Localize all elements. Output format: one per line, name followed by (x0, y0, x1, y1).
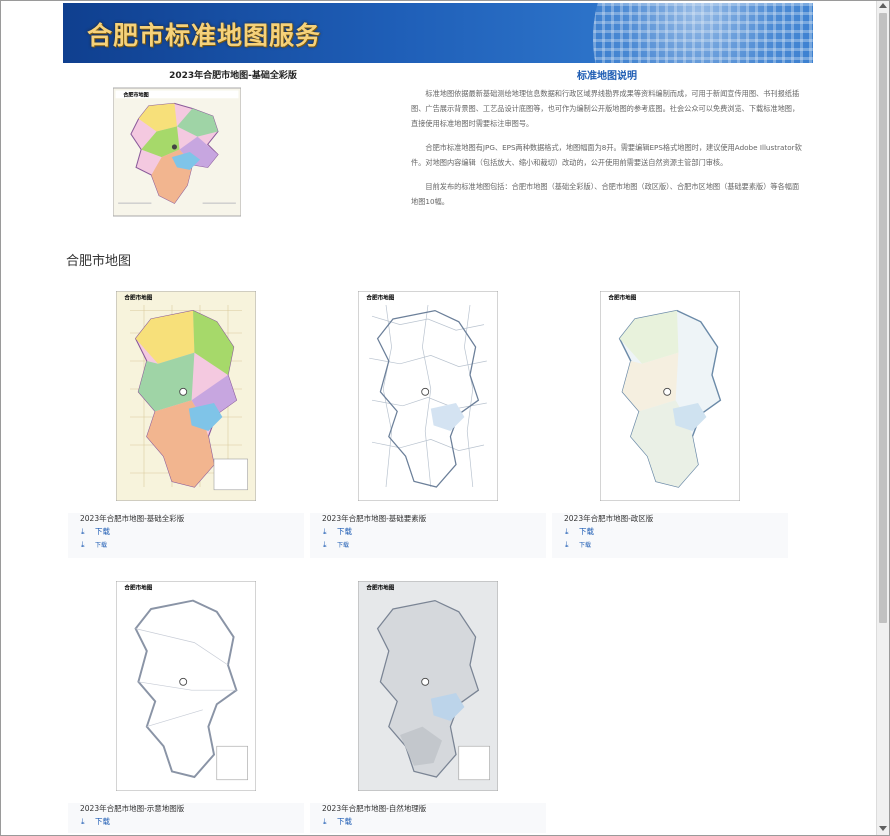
site-title: 合肥市标准地图服务 (87, 22, 322, 50)
download-icon: ⤓ (81, 527, 85, 536)
featured-map-header: 合肥市地图 (123, 92, 149, 99)
download-icon: ⤓ (565, 527, 569, 536)
map-header-label: 合肥市地图 (608, 293, 636, 301)
map-header-label: 合肥市地图 (366, 293, 394, 301)
download-link[interactable]: ⤓ 下载 (565, 526, 594, 537)
map-card-title: 2023年合肥市地图-基础要素版 (322, 514, 427, 523)
download-icon: ⤓ (565, 540, 569, 549)
browser-viewport: 合肥市标准地图服务 2023年合肥市地图-基础全彩版 合肥市地图 标准地图说明 … (0, 0, 890, 836)
map-thumbnail-image[interactable]: 合肥市地图 (116, 581, 256, 791)
map-card-title: 2023年合肥市地图-基础全彩版 (80, 514, 185, 523)
map-card: 合肥市地图 2023年合肥市地图-政区版 ⤓ 下载 ⤓ 下载 (552, 281, 788, 558)
map-header-label: 合肥市地图 (124, 293, 152, 301)
download-link[interactable]: ⤓ 下载 (81, 526, 110, 537)
map-thumbnail[interactable]: 合肥市地图 (310, 281, 546, 513)
map-card: 合肥市地图 2023年合肥市地图-自然地理版 ⤓ 下载 (310, 571, 546, 833)
map-card-title: 2023年合肥市地图-政区版 (564, 514, 654, 523)
map-thumbnail-image[interactable]: 合肥市地图 (358, 581, 498, 791)
section-title: 合肥市地图 (66, 254, 132, 269)
download-icon: ⤓ (81, 540, 85, 549)
map-header-label: 合肥市地图 (366, 583, 394, 591)
description-paragraph: 合肥市标准地图有JPG、EPS两种数据格式，地图幅面为8开。需要编辑EPS格式地… (411, 143, 802, 167)
site-banner: 合肥市标准地图服务 (63, 3, 813, 63)
download-icon: ⤓ (323, 527, 327, 536)
map-card: 合肥市地图 2023年合肥市地图-基础要素版 ⤓ 下载 ⤓ 下载 (310, 281, 546, 558)
map-thumbnail-image[interactable]: 合肥市地图 (600, 291, 740, 501)
download-icon: ⤓ (323, 817, 327, 826)
download-link[interactable]: ⤓ 下载 (323, 526, 352, 537)
map-header-label: 合肥市地图 (124, 583, 152, 591)
map-thumbnail-image[interactable]: 合肥市地图 (116, 291, 256, 501)
map-thumbnail[interactable]: 合肥市地图 (68, 281, 304, 513)
featured-map-title: 2023年合肥市地图-基础全彩版 (169, 71, 297, 81)
scroll-up-icon[interactable] (879, 3, 887, 8)
map-thumbnail[interactable]: 合肥市地图 (552, 281, 788, 513)
download-link[interactable]: ⤓ 下载 (81, 816, 110, 827)
download-link-secondary[interactable]: ⤓ 下载 (323, 540, 349, 550)
download-link-secondary[interactable]: ⤓ 下载 (565, 540, 591, 550)
map-card: 合肥市地图 2023年合肥市地图-示意地图版 ⤓ 下载 (68, 571, 304, 833)
scroll-thumb[interactable] (879, 13, 887, 623)
map-thumbnail[interactable]: 合肥市地图 (310, 571, 546, 803)
description-body: 标准地图依据最新基础测绘地理信息数据和行政区域界线勘界成果等资料编制而成，可用于… (411, 86, 803, 218)
featured-map-image[interactable]: 合肥市地图 (113, 87, 241, 217)
description-paragraph: 标准地图依据最新基础测绘地理信息数据和行政区域界线勘界成果等资料编制而成，可用于… (411, 89, 800, 128)
map-thumbnail-image[interactable]: 合肥市地图 (358, 291, 498, 501)
globe-graphic (593, 3, 813, 63)
scroll-down-icon[interactable] (879, 826, 887, 831)
map-thumbnail[interactable]: 合肥市地图 (68, 571, 304, 803)
download-icon: ⤓ (323, 540, 327, 549)
vertical-scrollbar[interactable] (876, 1, 889, 835)
description-paragraph: 目前发布的标准地图包括：合肥市地图（基础全彩版）、合肥市地图（政区版）、合肥市区… (411, 182, 800, 206)
description-heading: 标准地图说明 (577, 71, 637, 82)
map-card-title: 2023年合肥市地图-示意地图版 (80, 804, 185, 813)
download-icon: ⤓ (81, 817, 85, 826)
map-card: 合肥市地图 2023年合肥市地图-基础全彩版 ⤓ 下载 ⤓ 下载 (68, 281, 304, 558)
download-link-secondary[interactable]: ⤓ 下载 (81, 540, 107, 550)
map-card-title: 2023年合肥市地图-自然地理版 (322, 804, 427, 813)
download-link[interactable]: ⤓ 下载 (323, 816, 352, 827)
